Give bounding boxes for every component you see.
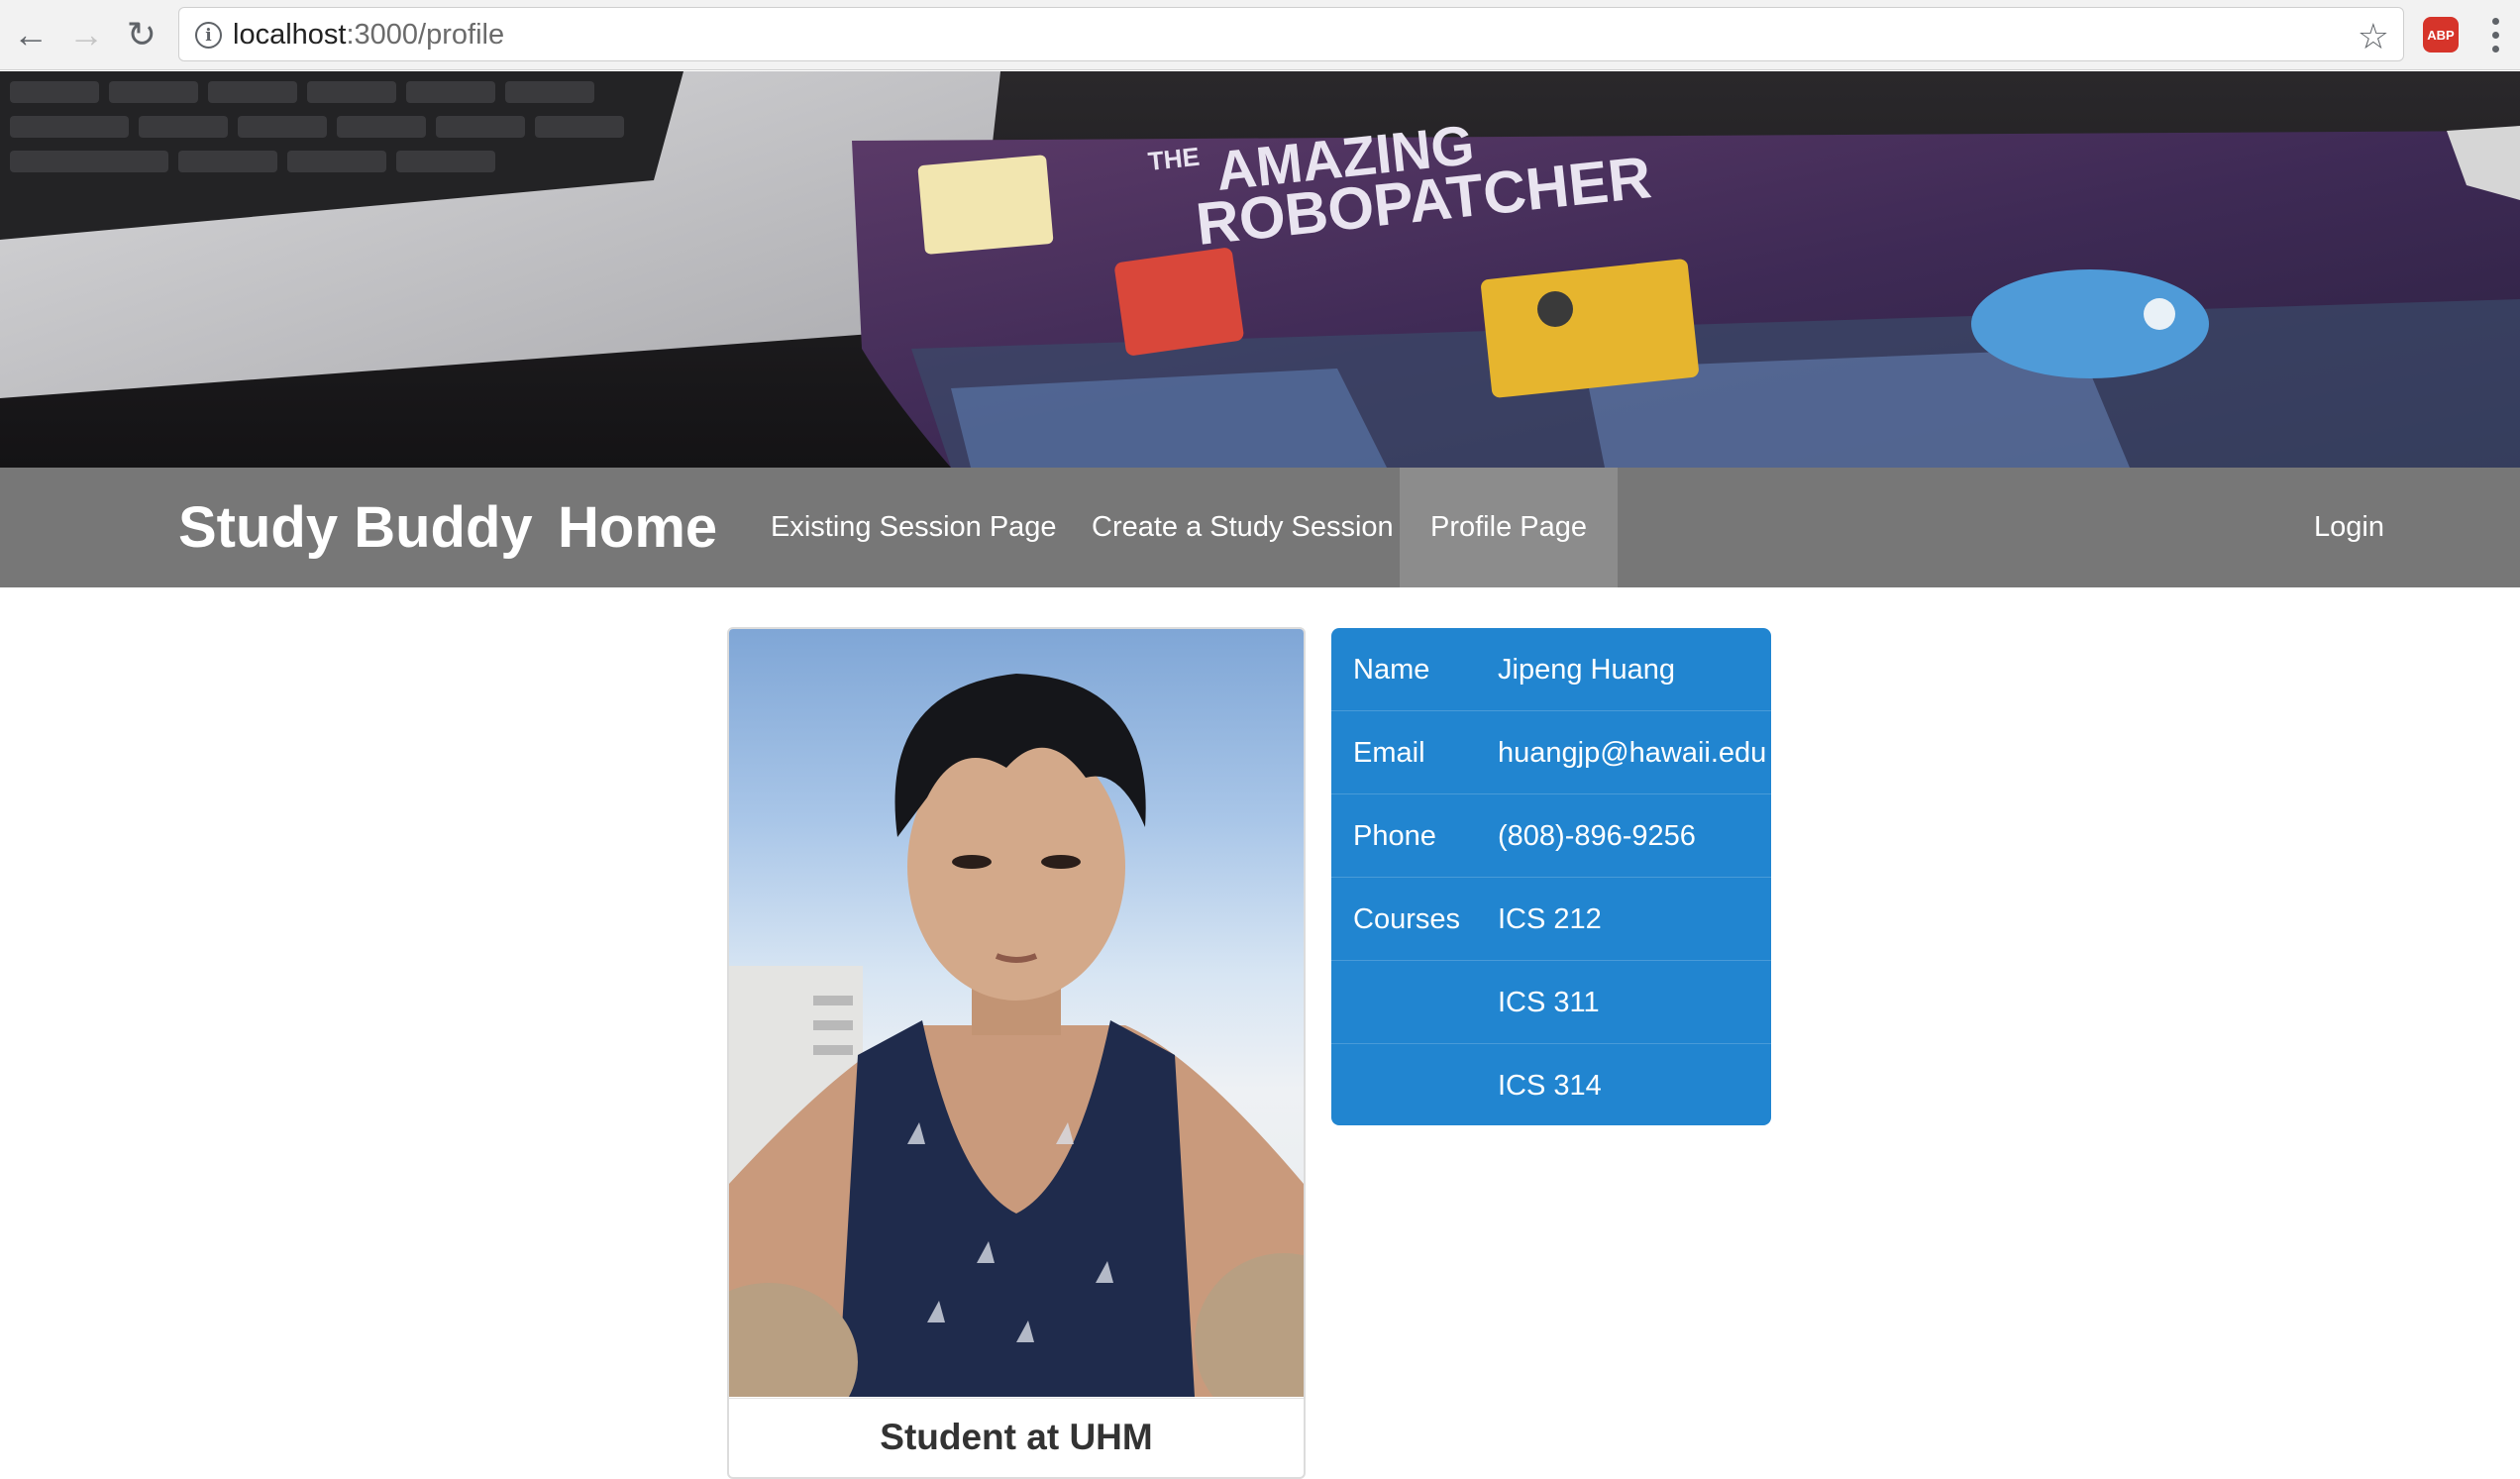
- star-icon[interactable]: ☆: [2358, 16, 2389, 57]
- info-row-course: ICS 314: [1331, 1044, 1771, 1125]
- info-row-name: Name Jipeng Huang: [1331, 628, 1771, 711]
- brand-link[interactable]: Study Buddy: [178, 468, 533, 587]
- adblock-extension-icon[interactable]: ABP: [2423, 17, 2459, 53]
- profile-photo: [729, 629, 1304, 1441]
- info-label: Phone: [1353, 820, 1436, 852]
- profile-card: Student at UHM: [727, 627, 1306, 1479]
- browser-toolbar: ← → ↻ i localhost:3000/profile ☆ ABP: [0, 0, 2520, 70]
- info-icon[interactable]: i: [195, 22, 222, 49]
- info-value: Jipeng Huang: [1498, 654, 1675, 686]
- profile-caption: Student at UHM: [729, 1398, 1304, 1477]
- svg-text:THE: THE: [1146, 142, 1201, 176]
- nav-profile-link[interactable]: Profile Page: [1400, 468, 1618, 587]
- url-text[interactable]: localhost:3000/profile: [233, 8, 504, 62]
- reload-icon[interactable]: ↻: [119, 12, 164, 57]
- profile-info-table: Name Jipeng Huang Email huangjp@hawaii.e…: [1331, 628, 1771, 1125]
- info-row-courses: Courses ICS 212: [1331, 878, 1771, 961]
- forward-arrow-icon[interactable]: →: [63, 12, 109, 57]
- header-banner-image: THE AMAZING ROBOPATCHER: [0, 71, 2520, 468]
- nav-create-session-link[interactable]: Create a Study Session: [1092, 468, 1394, 587]
- info-value: ICS 212: [1498, 903, 1602, 935]
- nav-login-link[interactable]: Login: [2314, 468, 2384, 587]
- main-navbar: Study Buddy Home Existing Session Page C…: [0, 468, 2520, 587]
- info-label: Name: [1353, 654, 1430, 686]
- back-arrow-icon[interactable]: ←: [8, 12, 53, 57]
- info-value: ICS 314: [1498, 1070, 1602, 1102]
- browser-menu-icon[interactable]: [2480, 14, 2510, 55]
- info-row-email: Email huangjp@hawaii.edu: [1331, 711, 1771, 794]
- nav-existing-session-link[interactable]: Existing Session Page: [771, 468, 1057, 587]
- nav-home-link[interactable]: Home: [558, 468, 717, 587]
- info-label: Email: [1353, 737, 1425, 769]
- info-row-course: ICS 311: [1331, 961, 1771, 1044]
- info-value: (808)-896-9256: [1498, 820, 1696, 852]
- address-bar[interactable]: i localhost:3000/profile ☆: [178, 7, 2404, 61]
- info-value: ICS 311: [1498, 987, 1600, 1018]
- info-row-phone: Phone (808)-896-9256: [1331, 794, 1771, 878]
- info-label: Courses: [1353, 903, 1460, 935]
- info-value: huangjp@hawaii.edu: [1498, 737, 1767, 769]
